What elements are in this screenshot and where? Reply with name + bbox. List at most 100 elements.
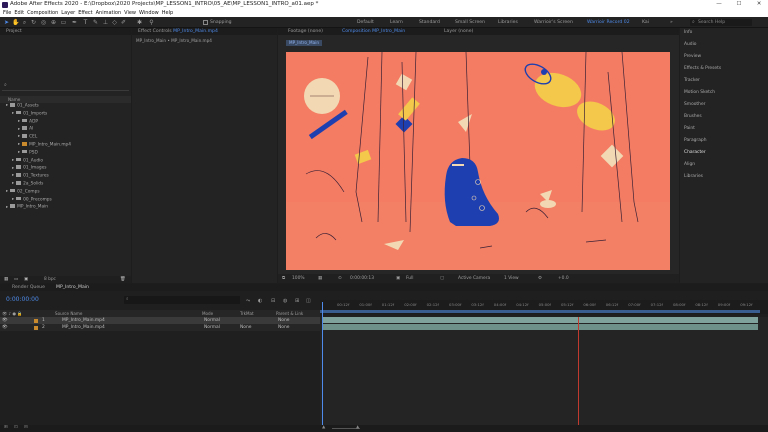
workspace-warrior-screen[interactable]: Warrioir's Screen <box>534 19 573 26</box>
new-comp-icon[interactable]: ▣ <box>24 277 28 282</box>
column-name[interactable]: Name <box>8 97 20 102</box>
timeline-layer-row[interactable]: 👁 2 MP_Intro_Main.mp4 Normal None None <box>0 324 320 331</box>
delete-icon[interactable]: 🗑 <box>120 277 125 282</box>
layer-number[interactable]: 1 <box>42 317 45 324</box>
roto-brush-tool-icon[interactable]: ✐ <box>120 19 127 26</box>
resolution-select[interactable]: Full <box>406 274 414 283</box>
project-item[interactable]: ▸ PSD <box>18 149 38 156</box>
tab-project[interactable]: Project <box>6 29 22 34</box>
comp-breadcrumb-chip[interactable]: MP_Intro_Main <box>286 40 323 46</box>
bpc-label[interactable]: 8 bpc <box>44 277 56 282</box>
project-item[interactable]: ▸ 01_Audio <box>12 157 43 164</box>
view-layout-select[interactable]: 1 View <box>504 274 519 283</box>
tab-composition[interactable]: Composition MP_Intro_Main <box>342 28 405 35</box>
right-panel-item[interactable]: Audio <box>684 42 696 47</box>
expand-arrow-icon[interactable]: ▸ <box>6 189 8 194</box>
camera-select[interactable]: Active Camera <box>458 274 490 283</box>
workspace-learn[interactable]: Learn <box>390 19 403 26</box>
exposure-value[interactable]: +0.0 <box>558 274 569 283</box>
column-mode[interactable]: Mode <box>202 310 213 317</box>
new-folder-icon[interactable]: ▭ <box>14 277 18 282</box>
right-panel-item[interactable]: Paint <box>684 126 695 131</box>
tab-effect-controls[interactable]: Effect Controls <box>138 29 172 34</box>
pan-behind-tool-icon[interactable]: ⊕ <box>50 19 57 26</box>
layer-number[interactable]: 2 <box>42 324 45 331</box>
workspace-libraries[interactable]: Libraries <box>498 19 518 26</box>
graph-editor-icon[interactable]: ⊞ <box>295 298 299 304</box>
motion-blur-icon[interactable]: ◍ <box>283 298 287 304</box>
expand-arrow-icon[interactable]: ▸ <box>12 173 14 178</box>
frame-blending-icon[interactable]: ⊟ <box>271 298 275 304</box>
right-panel-item[interactable]: Paragraph <box>684 138 707 143</box>
puppet-starch-tool-icon[interactable]: ⚲ <box>148 19 155 26</box>
project-item[interactable]: ▸ 02_Comps <box>6 188 40 195</box>
timeline-layer-row[interactable]: 👁 1 MP_Intro_Main.mp4 Normal None <box>0 317 320 324</box>
layer-mode-select[interactable]: Normal <box>204 317 220 324</box>
rotate-tool-icon[interactable]: ↻ <box>30 19 37 26</box>
layer-parent-select[interactable]: None <box>278 317 289 324</box>
camera-icon[interactable]: ▣ <box>396 274 400 283</box>
right-panel-item[interactable]: Brushes <box>684 114 702 119</box>
project-search-icon[interactable]: ⌕ <box>4 82 7 88</box>
right-panel-item[interactable]: Tracker <box>684 78 700 83</box>
right-panel-item[interactable]: Character <box>684 150 706 155</box>
expand-arrow-icon[interactable]: ▸ <box>12 181 14 186</box>
column-parent[interactable]: Parent & Link <box>276 310 303 317</box>
draft-3d-icon[interactable]: ⤳ <box>246 298 250 304</box>
maximize-button[interactable]: ☐ <box>732 0 746 9</box>
expand-arrow-icon[interactable]: ▸ <box>18 127 20 132</box>
layer-2-bar[interactable] <box>322 324 758 330</box>
minimize-button[interactable]: — <box>712 0 726 9</box>
zoom-tool-icon[interactable]: ⌕ <box>21 19 28 26</box>
shy-icon[interactable]: ◐ <box>258 298 262 304</box>
label-color-swatch[interactable] <box>34 325 38 330</box>
tab-timeline-comp[interactable]: MP_Intro_Main <box>56 284 89 291</box>
expand-time-icon[interactable]: ⊟ <box>24 425 28 430</box>
project-item[interactable]: ▸ 01_Images <box>12 165 46 171</box>
right-panel-item[interactable]: Preview <box>684 54 701 59</box>
viewer-timecode[interactable]: 0:00:00:13 <box>350 274 374 283</box>
workspace-small-screen[interactable]: Small Screen <box>455 19 485 26</box>
menu-help[interactable]: Help <box>162 9 173 17</box>
playhead-line[interactable] <box>578 317 579 427</box>
expand-arrow-icon[interactable]: ▸ <box>6 205 8 210</box>
timeline-timecode[interactable]: 0:00:00:00 <box>6 296 39 303</box>
layer-name[interactable]: MP_Intro_Main.mp4 <box>62 317 105 324</box>
menu-edit[interactable]: Edit <box>14 9 24 17</box>
tab-layer[interactable]: Layer (none) <box>444 28 473 35</box>
search-help-input[interactable]: Search Help <box>690 19 752 26</box>
expand-arrow-icon[interactable]: ▸ <box>12 158 14 163</box>
layer-trkmat-select[interactable]: None <box>240 324 251 331</box>
eye-icon[interactable]: 👁 <box>2 317 8 324</box>
column-trkmat[interactable]: TrkMat <box>240 310 254 317</box>
project-item[interactable]: ▸ 01_Imports <box>12 110 47 117</box>
workspace-standard[interactable]: Standard <box>419 19 440 26</box>
camera-tool-icon[interactable]: ◎ <box>40 19 47 26</box>
type-tool-icon[interactable]: T <box>82 19 89 26</box>
work-area-bar[interactable] <box>320 310 760 313</box>
right-panel-item[interactable]: Motion Sketch <box>684 90 715 95</box>
label-color-swatch[interactable] <box>34 318 38 323</box>
hand-tool-icon[interactable]: ✋ <box>12 19 19 26</box>
safe-zones-icon[interactable]: ▦ <box>318 274 322 283</box>
project-item[interactable]: ▸ 01_Assets <box>6 103 39 109</box>
menu-effect[interactable]: Effect <box>78 9 92 17</box>
project-item[interactable]: ▸ ADP <box>18 118 38 125</box>
expand-arrow-icon[interactable]: ▸ <box>12 166 14 171</box>
snapshot-icon[interactable]: ⊙ <box>338 274 342 283</box>
workspace-more-icon[interactable]: » <box>670 19 673 26</box>
tab-render-queue[interactable]: Render Queue <box>12 284 45 291</box>
menu-view[interactable]: View <box>124 9 136 17</box>
close-button[interactable]: ✕ <box>752 0 766 9</box>
right-panel-item[interactable]: Align <box>684 162 695 167</box>
expand-arrow-icon[interactable]: ▸ <box>18 134 20 139</box>
zoom-in-icon[interactable]: ▲ <box>356 425 359 430</box>
project-item[interactable]: ▸ MP_Intro_Main <box>6 204 48 210</box>
expand-arrow-icon[interactable]: ▸ <box>12 111 14 116</box>
pen-tool-icon[interactable]: ✒ <box>71 19 78 26</box>
eye-icon[interactable]: 👁 <box>2 324 8 331</box>
menu-window[interactable]: Window <box>139 9 159 17</box>
expand-layer-switches-icon[interactable]: ⊞ <box>4 425 8 430</box>
rectangle-tool-icon[interactable]: ▭ <box>60 19 67 26</box>
current-time-indicator[interactable] <box>322 302 323 427</box>
